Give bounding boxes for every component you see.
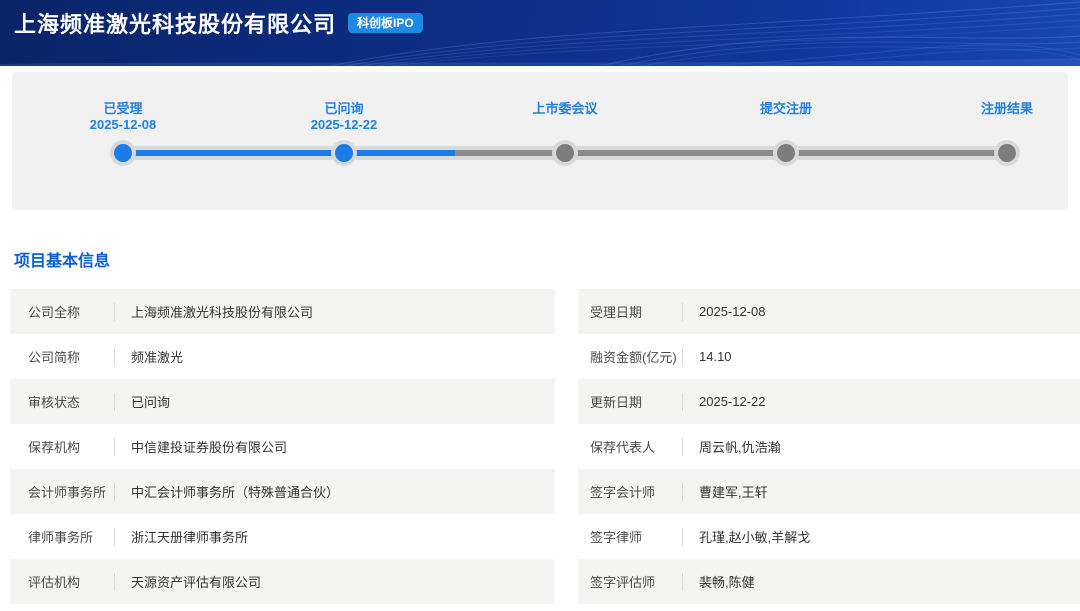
timeline-stage-registration-submitted: 提交注册	[711, 101, 861, 117]
ipo-board-badge: 科创板IPO	[348, 13, 423, 33]
table-row: 公司全称 上海频准激光科技股份有限公司	[10, 289, 555, 334]
stage-name: 提交注册	[711, 101, 861, 117]
stage-date: 2025-12-22	[269, 117, 419, 133]
stage-name: 注册结果	[932, 101, 1080, 117]
timeline-dot-registration-result	[998, 144, 1016, 162]
table-row: 签字评估师 裴畅,陈健	[578, 559, 1080, 604]
row-label: 评估机构	[10, 572, 114, 591]
timeline-dot-accepted	[114, 144, 132, 162]
row-value: 天源资产评估有限公司	[115, 572, 261, 591]
row-value: 2025-12-22	[683, 394, 766, 409]
table-row: 签字律师 孔瑾,赵小敏,羊解戈	[578, 514, 1080, 559]
table-row: 更新日期 2025-12-22	[578, 379, 1080, 424]
row-value: 裴畅,陈健	[683, 572, 755, 591]
timeline-stage-accepted: 已受理 2025-12-08	[48, 101, 198, 133]
row-value: 2025-12-08	[683, 304, 766, 319]
page-header: 上海频准激光科技股份有限公司 科创板IPO	[0, 0, 1080, 66]
row-value: 曹建军,王轩	[683, 482, 768, 501]
ipo-progress-timeline: 已受理 2025-12-08 已问询 2025-12-22 上市委会议 提交注册…	[12, 72, 1068, 210]
row-label: 公司简称	[10, 347, 114, 366]
row-value: 中汇会计师事务所（特殊普通合伙）	[115, 482, 339, 501]
row-value: 上海频准激光科技股份有限公司	[115, 302, 313, 321]
table-row: 受理日期 2025-12-08	[578, 289, 1080, 334]
row-value: 浙江天册律师事务所	[115, 527, 248, 546]
row-label: 签字会计师	[578, 482, 682, 501]
basic-info-table-left: 公司全称 上海频准激光科技股份有限公司 公司简称 频准激光 审核状态 已问询 保…	[10, 289, 555, 604]
table-row: 保荐代表人 周云帆,仇浩瀚	[578, 424, 1080, 469]
stage-name: 上市委会议	[490, 101, 640, 117]
row-label: 保荐代表人	[578, 437, 682, 456]
timeline-dot-inquired	[335, 144, 353, 162]
row-value: 频准激光	[115, 347, 183, 366]
section-title-basic-info: 项目基本信息	[14, 247, 1080, 271]
row-value: 中信建投证券股份有限公司	[115, 437, 287, 456]
row-label: 签字律师	[578, 527, 682, 546]
timeline-stage-inquired: 已问询 2025-12-22	[269, 101, 419, 133]
timeline-dot-registration-submitted	[777, 144, 795, 162]
row-value: 孔瑾,赵小敏,羊解戈	[683, 527, 810, 546]
row-label: 审核状态	[10, 392, 114, 411]
stage-name: 已受理	[48, 101, 198, 117]
timeline-dot-listing-committee	[556, 144, 574, 162]
row-value: 14.10	[683, 349, 732, 364]
table-row: 融资金额(亿元) 14.10	[578, 334, 1080, 379]
stage-date: 2025-12-08	[48, 117, 198, 133]
table-row: 评估机构 天源资产评估有限公司	[10, 559, 555, 604]
timeline-track-progress	[123, 150, 455, 156]
row-label: 保荐机构	[10, 437, 114, 456]
basic-info-table-right: 受理日期 2025-12-08 融资金额(亿元) 14.10 更新日期 2025…	[578, 289, 1080, 604]
basic-info-tables: 公司全称 上海频准激光科技股份有限公司 公司简称 频准激光 审核状态 已问询 保…	[10, 289, 1080, 604]
row-value: 已问询	[115, 392, 170, 411]
page-title: 上海频准激光科技股份有限公司	[14, 7, 336, 39]
table-row: 审核状态 已问询	[10, 379, 555, 424]
row-label: 律师事务所	[10, 527, 114, 546]
row-label: 签字评估师	[578, 572, 682, 591]
row-label: 受理日期	[578, 302, 682, 321]
table-row: 会计师事务所 中汇会计师事务所（特殊普通合伙）	[10, 469, 555, 514]
table-row: 公司简称 频准激光	[10, 334, 555, 379]
row-value: 周云帆,仇浩瀚	[683, 437, 781, 456]
timeline-stage-listing-committee: 上市委会议	[490, 101, 640, 117]
row-label: 融资金额(亿元)	[578, 347, 682, 366]
stage-name: 已问询	[269, 101, 419, 117]
row-label: 公司全称	[10, 302, 114, 321]
table-row: 律师事务所 浙江天册律师事务所	[10, 514, 555, 559]
table-row: 保荐机构 中信建投证券股份有限公司	[10, 424, 555, 469]
row-label: 更新日期	[578, 392, 682, 411]
row-label: 会计师事务所	[10, 482, 114, 501]
timeline-stage-registration-result: 注册结果	[932, 101, 1080, 117]
table-row: 签字会计师 曹建军,王轩	[578, 469, 1080, 514]
